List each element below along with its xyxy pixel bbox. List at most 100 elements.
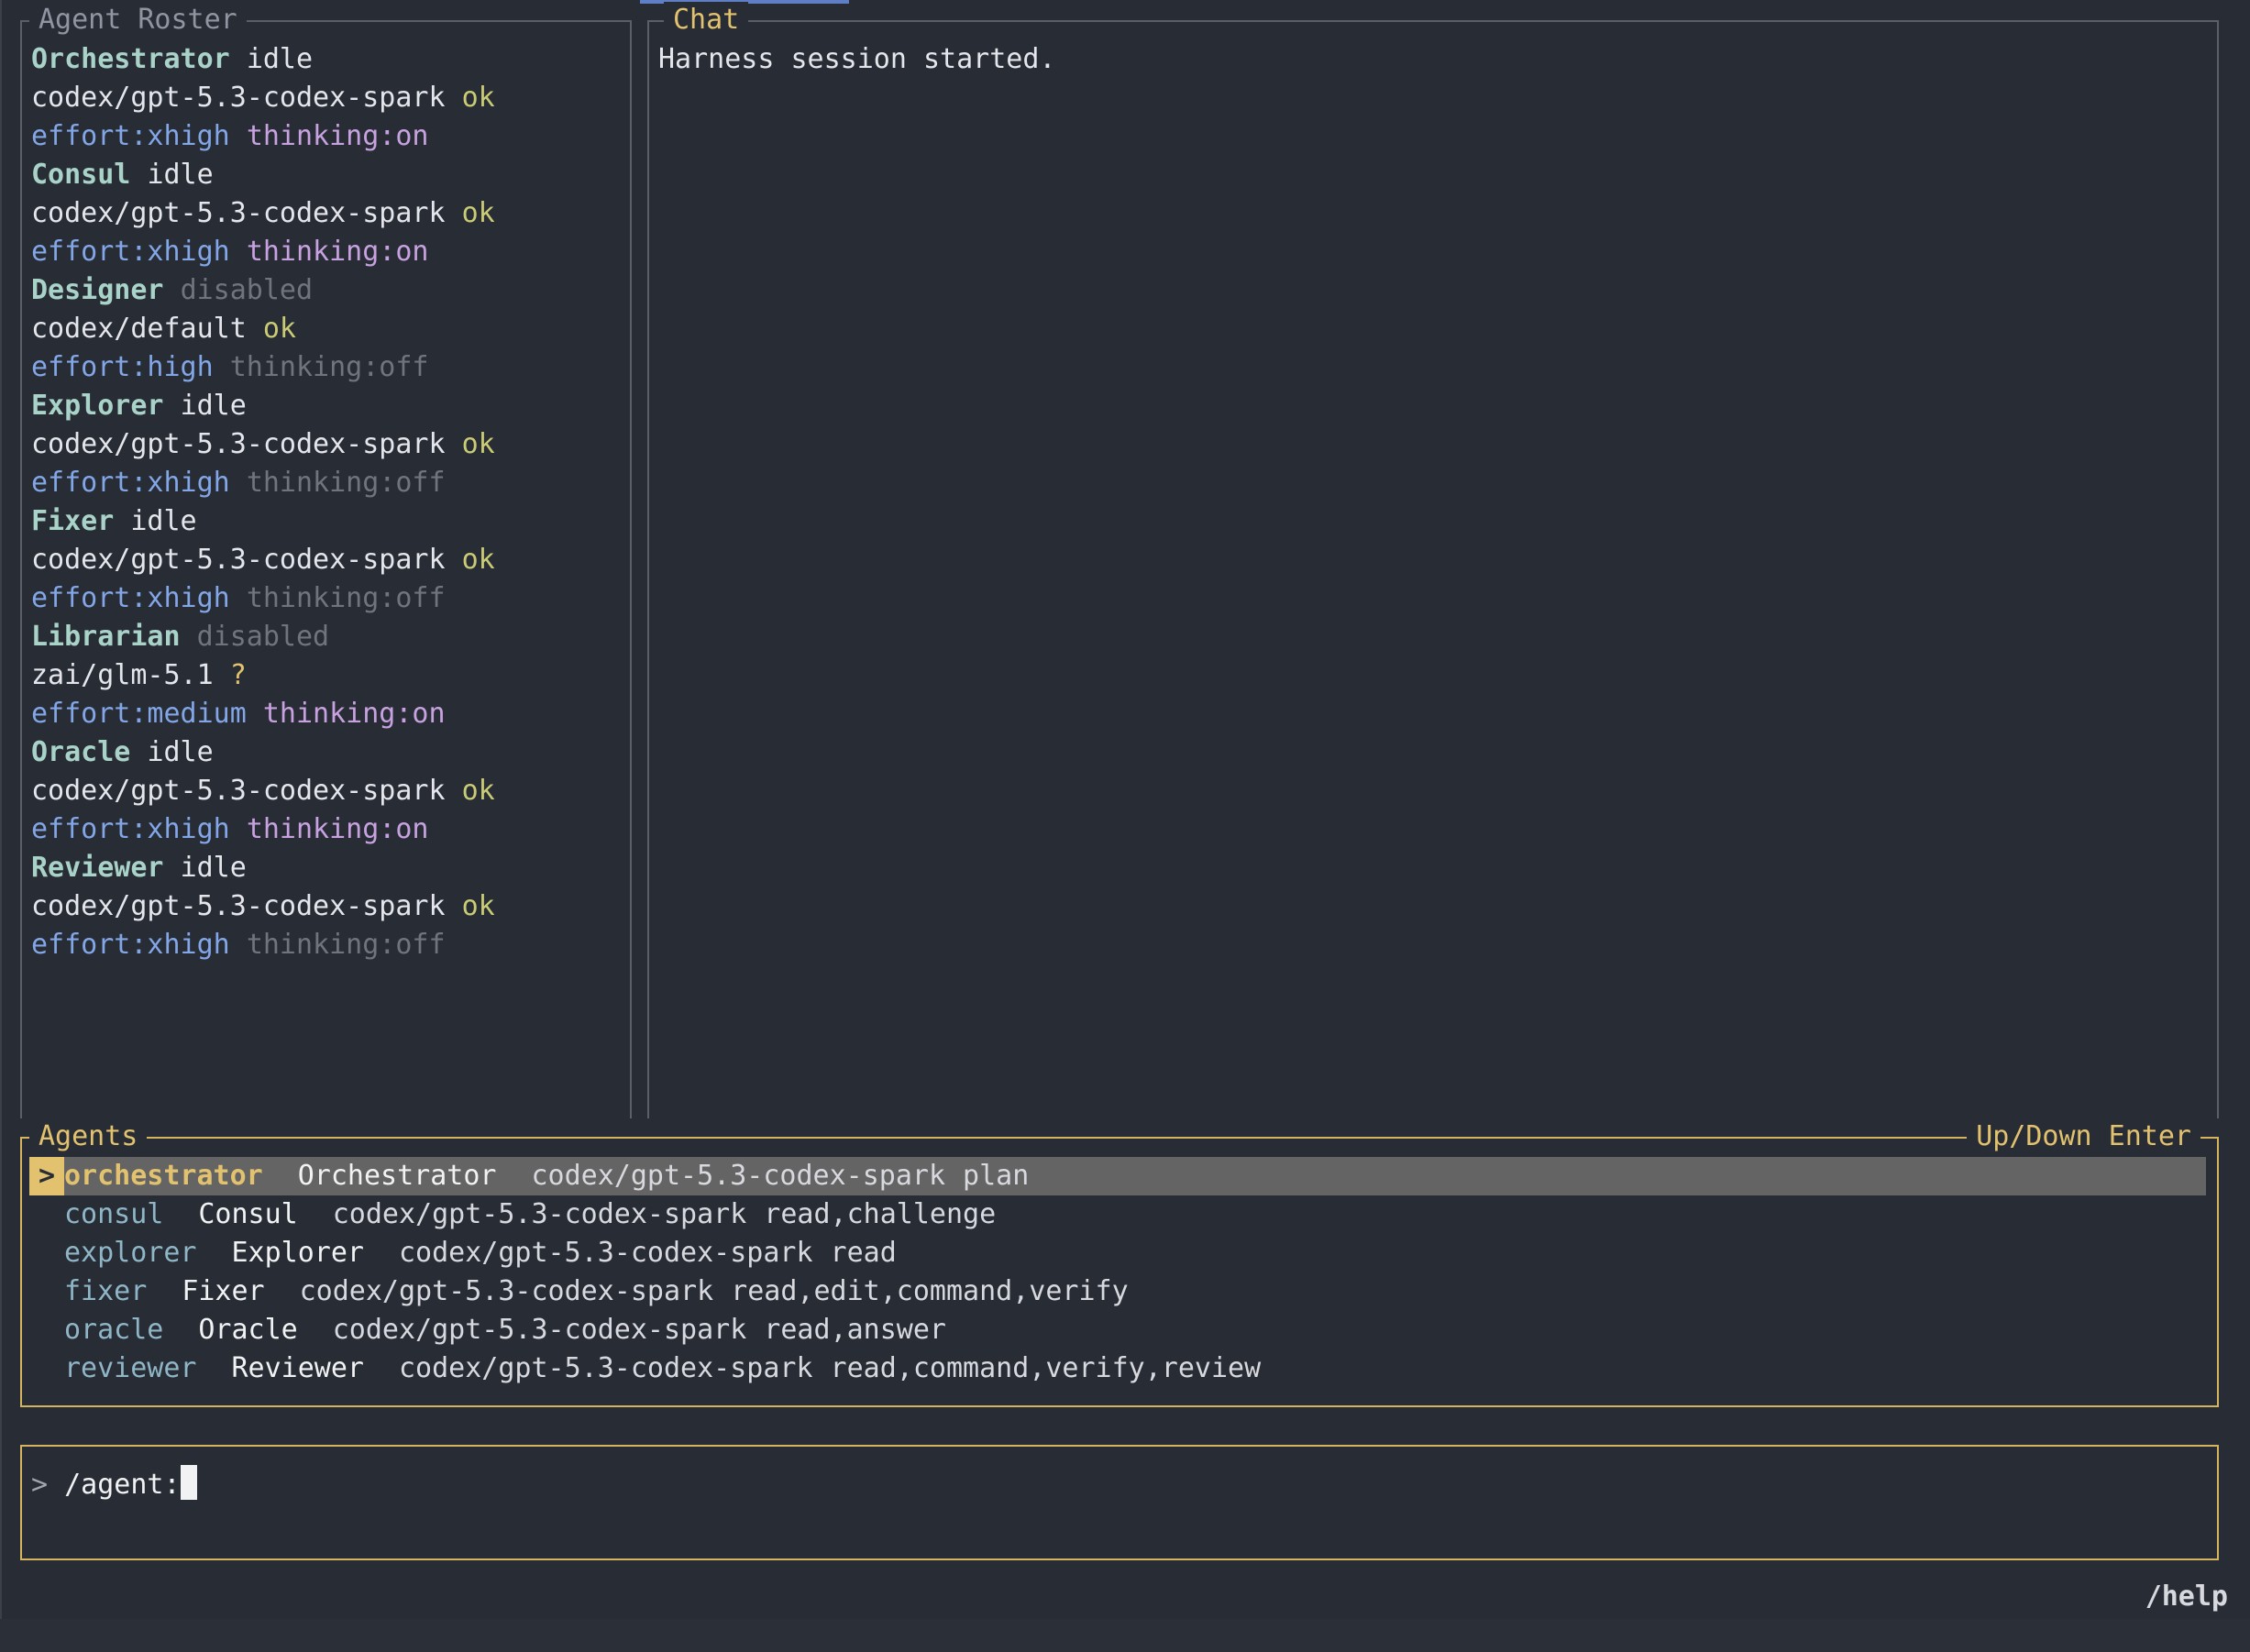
agent-picker-row-oracle[interactable]: oracle Oracle codex/gpt-5.3-codex-spark rea… bbox=[29, 1311, 2206, 1349]
agent-label: Consul bbox=[198, 1198, 298, 1230]
roster-agent-status: disabled bbox=[180, 274, 314, 306]
agent-label: Orchestrator bbox=[297, 1160, 497, 1192]
roster-agent-name: Oracle bbox=[31, 736, 131, 768]
roster-agent-model-line: codex/gpt-5.3-codex-spark ok bbox=[31, 79, 495, 117]
roster-agent-model: codex/gpt-5.3-codex-spark bbox=[31, 544, 446, 576]
roster-agent-name: Reviewer bbox=[31, 852, 164, 884]
roster-agent-health: ok bbox=[461, 890, 495, 922]
roster-agent-name: Fixer bbox=[31, 505, 115, 537]
roster-agent-name: Designer bbox=[31, 274, 164, 306]
roster-agent-model-line: codex/gpt-5.3-codex-spark ok bbox=[31, 541, 495, 579]
agent-model: codex/gpt-5.3-codex-spark bbox=[531, 1160, 946, 1192]
agent-picker-row-reviewer[interactable]: reviewer Reviewer codex/gpt-5.3-codex-spar… bbox=[29, 1349, 2206, 1388]
agent-id: orchestrator bbox=[64, 1160, 263, 1192]
roster-agent-effort: effort:xhigh bbox=[31, 120, 230, 152]
roster-agent-effort: effort:xhigh bbox=[31, 582, 230, 614]
agent-id: fixer bbox=[64, 1275, 148, 1307]
roster-agent-model-line: codex/gpt-5.3-codex-spark ok bbox=[31, 194, 495, 233]
roster-agent-model: codex/gpt-5.3-codex-spark bbox=[31, 428, 446, 460]
command-input[interactable]: > /agent: bbox=[31, 1465, 197, 1505]
agent-model: codex/gpt-5.3-codex-spark bbox=[399, 1237, 813, 1269]
agent-model: codex/gpt-5.3-codex-spark bbox=[399, 1352, 813, 1384]
terminal-window: Agent Roster Orchestrator idle codex/gpt-… bbox=[0, 0, 2250, 1619]
roster-agent-header: Oracle idle bbox=[31, 733, 495, 772]
roster-agent-status: idle bbox=[180, 390, 247, 422]
agent-capabilities: read,challenge bbox=[764, 1198, 997, 1230]
agent-roster-list: Orchestrator idle codex/gpt-5.3-codex-spa… bbox=[31, 40, 495, 964]
agent-id: explorer bbox=[64, 1237, 197, 1269]
roster-agent-effort: effort:xhigh bbox=[31, 929, 230, 961]
roster-agent-model: codex/default bbox=[31, 313, 247, 345]
help-hint[interactable]: /help bbox=[2145, 1579, 2228, 1615]
chat-log: Harness session started. bbox=[658, 40, 1055, 79]
roster-agent-name: Librarian bbox=[31, 621, 181, 653]
roster-agent-effort: effort:high bbox=[31, 351, 214, 383]
roster-agent-settings-line: effort:medium thinking:on bbox=[31, 695, 495, 733]
roster-agent-model-line: codex/default ok bbox=[31, 310, 495, 348]
roster-agent-header: Fixer idle bbox=[31, 502, 495, 541]
agent-capabilities: read,edit,command,verify bbox=[731, 1275, 1129, 1307]
roster-agent-thinking: thinking:on bbox=[262, 698, 446, 730]
roster-agent-effort: effort:xhigh bbox=[31, 236, 230, 268]
roster-agent-thinking: thinking:off bbox=[229, 351, 429, 383]
window-bottom-edge bbox=[0, 1619, 2250, 1652]
agent-label: Explorer bbox=[231, 1237, 365, 1269]
roster-agent-health: ok bbox=[461, 544, 495, 576]
roster-agent-model-line: codex/gpt-5.3-codex-spark ok bbox=[31, 772, 495, 810]
command-input-value[interactable]: /agent: bbox=[64, 1469, 180, 1501]
roster-agent-thinking: thinking:on bbox=[246, 120, 429, 152]
agent-picker-row-explorer[interactable]: explorer Explorer codex/gpt-5.3-codex-spar… bbox=[29, 1234, 2206, 1272]
roster-agent-health: ok bbox=[461, 775, 495, 807]
roster-agent-header: Designer disabled bbox=[31, 271, 495, 310]
agent-label: Reviewer bbox=[231, 1352, 365, 1384]
agent-picker-row-orchestrator[interactable]: > orchestrator Orchestrator codex/gpt-5.3-c… bbox=[29, 1157, 2206, 1195]
roster-agent-model: zai/glm-5.1 bbox=[31, 659, 214, 691]
prompt-symbol: > bbox=[31, 1469, 49, 1501]
chat-message: Harness session started. bbox=[658, 43, 1056, 75]
roster-agent-thinking: thinking:on bbox=[246, 236, 429, 268]
roster-agent-name: Orchestrator bbox=[31, 43, 230, 75]
roster-agent-settings-line: effort:xhigh thinking:on bbox=[31, 810, 495, 849]
roster-agent-effort: effort:xhigh bbox=[31, 813, 230, 845]
roster-agent-status: idle bbox=[147, 736, 214, 768]
roster-agent-health: ok bbox=[461, 82, 495, 114]
agent-label: Oracle bbox=[198, 1314, 298, 1346]
agents-picker-panel: Agents Up/Down Enter > orchestrator Orches… bbox=[20, 1118, 2219, 1407]
roster-agent-header: Explorer idle bbox=[31, 387, 495, 425]
roster-agent-effort: effort:medium bbox=[31, 698, 247, 730]
agent-capabilities: read,answer bbox=[764, 1314, 946, 1346]
agent-id: reviewer bbox=[64, 1352, 197, 1384]
roster-agent-health: ok bbox=[461, 197, 495, 229]
agent-label: Fixer bbox=[182, 1275, 265, 1307]
roster-agent-thinking: thinking:on bbox=[246, 813, 429, 845]
roster-agent-name: Explorer bbox=[31, 390, 164, 422]
roster-agent-model: codex/gpt-5.3-codex-spark bbox=[31, 890, 446, 922]
roster-agent-header: Librarian disabled bbox=[31, 618, 495, 656]
roster-agent-model: codex/gpt-5.3-codex-spark bbox=[31, 82, 446, 114]
agent-model: codex/gpt-5.3-codex-spark bbox=[332, 1314, 747, 1346]
roster-agent-model: codex/gpt-5.3-codex-spark bbox=[31, 197, 446, 229]
roster-agent-status: idle bbox=[246, 43, 314, 75]
roster-agent-thinking: thinking:off bbox=[246, 582, 446, 614]
roster-agent-health: ok bbox=[461, 428, 495, 460]
command-input-box[interactable]: > /agent: bbox=[20, 1445, 2219, 1560]
chat-title: Chat bbox=[664, 2, 749, 39]
roster-agent-effort: effort:xhigh bbox=[31, 467, 230, 499]
roster-agent-settings-line: effort:xhigh thinking:on bbox=[31, 117, 495, 156]
roster-agent-header: Orchestrator idle bbox=[31, 40, 495, 79]
agent-capabilities: read,command,verify,review bbox=[830, 1352, 1262, 1384]
agent-picker-row-fixer[interactable]: fixer Fixer codex/gpt-5.3-codex-spark read,… bbox=[29, 1272, 2206, 1311]
roster-agent-health: ? bbox=[229, 659, 247, 691]
chat-panel: Chat Harness session started. bbox=[647, 2, 2219, 1118]
agent-id: consul bbox=[64, 1198, 164, 1230]
selection-caret: > bbox=[29, 1157, 64, 1195]
text-cursor bbox=[180, 1465, 197, 1500]
roster-agent-status: disabled bbox=[196, 621, 330, 653]
roster-agent-status: idle bbox=[147, 159, 214, 191]
roster-agent-thinking: thinking:off bbox=[246, 467, 446, 499]
roster-agent-model-line: zai/glm-5.1 ? bbox=[31, 656, 495, 695]
agent-model: codex/gpt-5.3-codex-spark bbox=[332, 1198, 747, 1230]
roster-agent-health: ok bbox=[262, 313, 296, 345]
agents-picker-list: > orchestrator Orchestrator codex/gpt-5.3-c… bbox=[29, 1157, 2206, 1388]
agent-picker-row-consul[interactable]: consul Consul codex/gpt-5.3-codex-spark rea… bbox=[29, 1195, 2206, 1234]
